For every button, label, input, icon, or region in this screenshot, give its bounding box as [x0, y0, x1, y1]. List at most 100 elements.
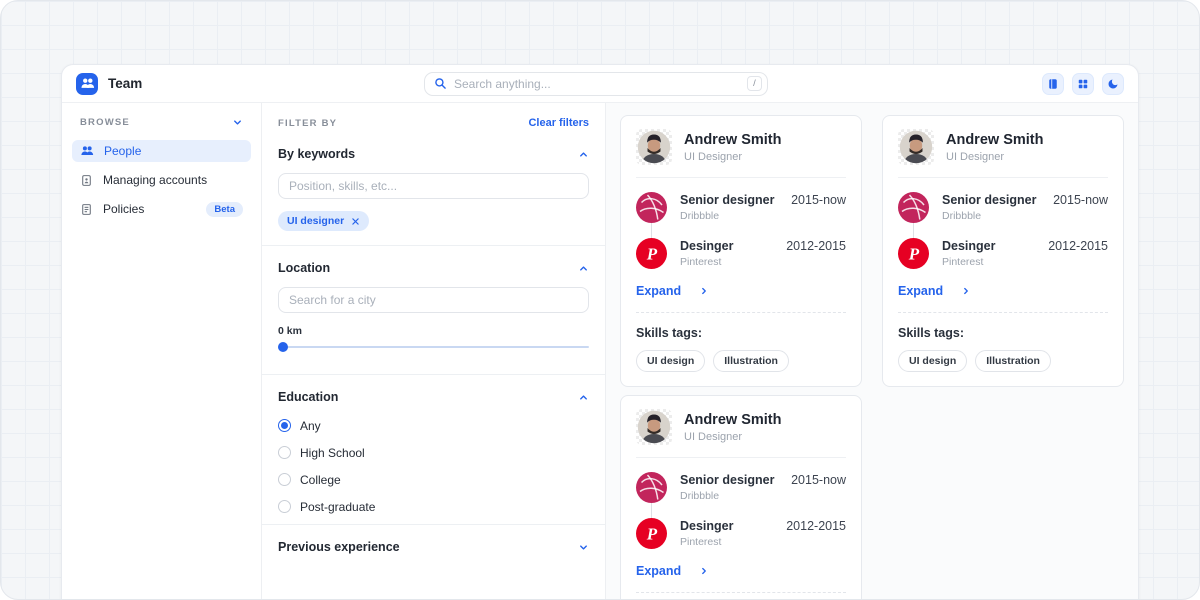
card-header: Andrew Smith UI Designer [636, 129, 846, 178]
experience-period: 2015-now [791, 192, 846, 207]
experience-company: Pinterest [680, 536, 773, 548]
sidebar-item-policies[interactable]: Policies Beta [72, 198, 251, 220]
chevron-down-icon [578, 542, 589, 553]
radio-selected-icon[interactable] [278, 419, 291, 432]
keywords-label: By keywords [278, 147, 355, 161]
keywords-section-header[interactable]: By keywords [278, 147, 589, 161]
radio-icon[interactable] [278, 500, 291, 513]
expand-button[interactable]: Expand [636, 564, 846, 578]
search-icon [434, 77, 447, 90]
radio-icon[interactable] [278, 473, 291, 486]
team-logo-icon [76, 73, 98, 95]
sidebar-item-label: Managing accounts [103, 173, 207, 187]
slider-track[interactable] [278, 346, 589, 348]
filter-panel: FILTER BY Clear filters By keywords UI d… [262, 103, 606, 599]
sidebar-item-label: Policies [103, 202, 196, 216]
avatar-photo-icon [899, 130, 933, 164]
expand-button[interactable]: Expand [898, 284, 1108, 298]
card-header: Andrew Smith UI Designer [898, 129, 1108, 178]
experience-company: Dribbble [680, 490, 778, 502]
dribbble-icon [898, 192, 929, 223]
experience-row: Senior designer Dribbble 2015-now [898, 192, 1108, 223]
experience-company: Pinterest [680, 256, 773, 268]
city-search-input[interactable] [278, 287, 589, 313]
dribbble-icon [636, 472, 667, 503]
candidate-name: Andrew Smith [684, 132, 781, 148]
candidate-card: Andrew Smith UI Designer Senior designer… [620, 115, 862, 387]
experience-period: 2012-2015 [786, 518, 846, 533]
slider-thumb[interactable] [278, 342, 288, 352]
sidebar-nav: People Managing accounts Policies Beta [72, 140, 251, 220]
top-bar: Team / [62, 65, 1138, 103]
experience-period: 2012-2015 [786, 238, 846, 253]
page-background: Team / [0, 0, 1200, 600]
radio-option-college[interactable]: College [278, 470, 589, 489]
skill-tag[interactable]: Illustration [975, 350, 1051, 372]
app-window: Team / [61, 64, 1139, 599]
sidebar-item-people[interactable]: People [72, 140, 251, 162]
radio-icon[interactable] [278, 446, 291, 459]
experience-title: Desinger [680, 519, 773, 533]
pinterest-icon [636, 238, 667, 269]
section-divider [262, 524, 605, 525]
radio-option-high-school[interactable]: High School [278, 443, 589, 462]
grid-icon [1077, 78, 1089, 90]
candidate-card: Andrew Smith UI Designer Senior designer… [882, 115, 1124, 387]
card-divider [636, 312, 846, 313]
experience-row: Senior designer Dribbble 2015-now [636, 192, 846, 223]
browse-section-header[interactable]: BROWSE [72, 117, 251, 128]
people-icon [80, 144, 94, 158]
section-divider [262, 374, 605, 375]
pinterest-icon [636, 518, 667, 549]
search-bar[interactable]: / [424, 72, 768, 96]
chevron-right-icon [961, 286, 971, 296]
close-icon[interactable] [351, 217, 360, 226]
skill-tag[interactable]: Illustration [713, 350, 789, 372]
previous-experience-label: Previous experience [278, 540, 400, 554]
chevron-down-icon [232, 117, 243, 128]
location-section-header[interactable]: Location [278, 261, 589, 275]
chevron-up-icon [578, 263, 589, 274]
previous-experience-section-header[interactable]: Previous experience [278, 540, 589, 554]
skill-tags: UI design Illustration [636, 350, 846, 372]
main-area: BROWSE People Managing accounts Policies [62, 103, 1138, 599]
experience-timeline: Senior designer Dribbble 2015-now Desing… [898, 178, 1108, 269]
grid-apps-button[interactable] [1072, 73, 1094, 95]
radio-option-any[interactable]: Any [278, 416, 589, 435]
dribbble-icon [636, 192, 667, 223]
moon-icon [1107, 78, 1119, 90]
sidebar-item-label: People [104, 144, 141, 158]
distance-slider[interactable] [278, 342, 589, 352]
search-shortcut-key: / [747, 76, 762, 91]
location-label: Location [278, 261, 330, 275]
education-label: Education [278, 390, 338, 404]
candidate-name: Andrew Smith [946, 132, 1043, 148]
clear-filters-link[interactable]: Clear filters [528, 117, 589, 129]
search-input[interactable] [454, 77, 740, 91]
skill-tag[interactable]: UI design [636, 350, 705, 372]
candidate-card: Andrew Smith UI Designer Senior designer… [620, 395, 862, 599]
chevron-right-icon [699, 566, 709, 576]
expand-button[interactable]: Expand [636, 284, 846, 298]
skills-label: Skills tags: [898, 326, 1108, 340]
beta-badge: Beta [206, 202, 243, 217]
card-divider [898, 312, 1108, 313]
experience-row: Senior designer Dribbble 2015-now [636, 472, 846, 503]
radio-option-post-graduate[interactable]: Post-graduate [278, 497, 589, 516]
experience-period: 2015-now [1053, 192, 1108, 207]
experience-title: Desinger [942, 239, 1035, 253]
experience-title: Senior designer [680, 193, 778, 207]
skill-tag[interactable]: UI design [898, 350, 967, 372]
avatar [636, 129, 672, 165]
sidebar-item-managing-accounts[interactable]: Managing accounts [72, 169, 251, 191]
education-section-header[interactable]: Education [278, 390, 589, 404]
candidate-name: Andrew Smith [684, 412, 781, 428]
dark-mode-button[interactable] [1102, 73, 1124, 95]
experience-company: Pinterest [942, 256, 1035, 268]
section-divider [262, 245, 605, 246]
book-button[interactable] [1042, 73, 1064, 95]
keyword-tag-ui-designer[interactable]: UI designer [278, 211, 369, 231]
keywords-input[interactable] [278, 173, 589, 199]
avatar-photo-icon [637, 410, 671, 444]
experience-title: Senior designer [942, 193, 1040, 207]
